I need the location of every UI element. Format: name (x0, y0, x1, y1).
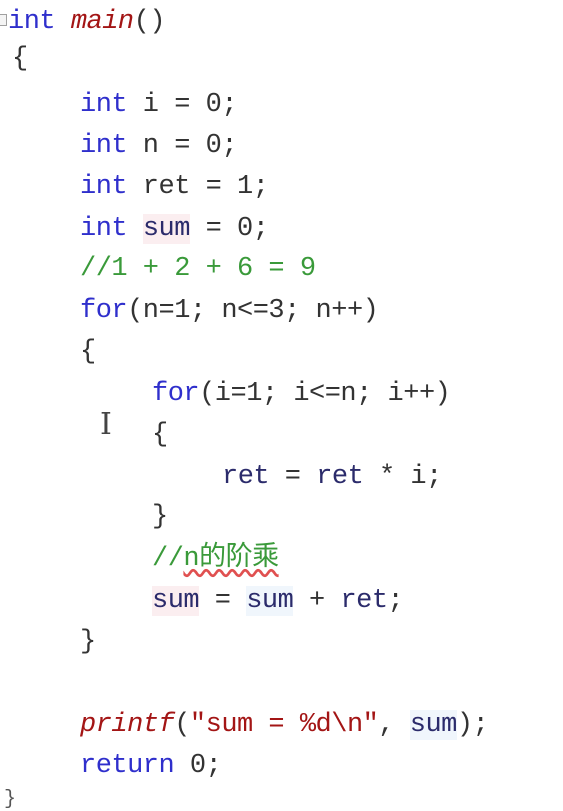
code-line[interactable]: { (80, 332, 96, 373)
code-token: "sum = %d\n" (189, 710, 379, 740)
code-token: int (80, 214, 128, 244)
code-token: return (80, 751, 175, 781)
code-token: for (152, 379, 200, 409)
closing-brace: } (4, 788, 17, 811)
code-token: (n=1; n<=3; n++) (127, 296, 379, 326)
code-token: ( (174, 710, 190, 740)
code-line[interactable]: int ret = 1; (80, 167, 269, 208)
code-token: sum (409, 710, 457, 740)
code-token: int (80, 131, 128, 161)
code-token: ; (387, 586, 404, 616)
code-token: + (293, 586, 341, 616)
code-line[interactable]: { (12, 39, 28, 80)
code-line[interactable]: int n = 0; (80, 126, 238, 167)
code-line[interactable]: return 0; (80, 746, 222, 787)
code-token: { (152, 420, 168, 450)
code-line[interactable]: sum = sum + ret; (152, 581, 404, 622)
code-line[interactable]: { (152, 415, 168, 456)
fold-collapse-icon[interactable] (0, 14, 7, 26)
code-token: = 0; (189, 214, 269, 244)
code-line[interactable]: printf("sum = %d\n", sum); (80, 705, 489, 746)
code-token: } (80, 627, 96, 657)
code-token: n的阶乘 (183, 544, 279, 574)
code-line[interactable]: int main() (8, 2, 166, 43)
code-line[interactable]: int sum = 0; (80, 209, 269, 250)
code-line[interactable]: for(n=1; n<=3; n++) (80, 291, 379, 332)
code-token: () (133, 7, 166, 37)
code-line[interactable]: ret = ret * i; (222, 457, 442, 498)
code-token: int (80, 172, 128, 202)
code-token: ret (340, 586, 388, 616)
code-token: = (199, 586, 247, 616)
code-token: // (152, 544, 184, 574)
code-token: sum (246, 586, 294, 616)
code-token: * i; (363, 462, 442, 492)
code-token: ret = 1; (127, 172, 269, 202)
code-editor[interactable]: int main(){int i = 0; int n = 0; int ret =… (0, 0, 563, 811)
code-line[interactable]: } (80, 622, 96, 663)
code-token: (i=1; i<=n; i++) (199, 379, 451, 409)
code-token: for (80, 296, 128, 326)
code-token: { (80, 337, 96, 367)
code-token: ret (316, 462, 364, 492)
code-token: = (269, 462, 317, 492)
text-cursor-icon: I (100, 407, 112, 442)
code-line[interactable]: //n的阶乘 (152, 539, 279, 580)
code-line[interactable]: for(i=1; i<=n; i++) (152, 374, 451, 415)
code-token: } (152, 502, 168, 532)
code-token: ret (222, 462, 270, 492)
code-token: { (12, 44, 28, 74)
code-token: n = 0; (127, 131, 238, 161)
code-token: int (8, 7, 56, 37)
code-line[interactable]: int i = 0; (80, 85, 238, 126)
code-token: i = 0; (127, 90, 238, 120)
code-token: printf (80, 710, 175, 740)
code-line[interactable]: } (152, 497, 168, 538)
code-token: ); (456, 710, 489, 740)
code-token: , (378, 710, 410, 740)
code-token: int (80, 90, 128, 120)
code-token: sum (152, 586, 200, 616)
code-token: 0; (174, 751, 222, 781)
code-token: main (70, 7, 134, 37)
code-token: //1 + 2 + 6 = 9 (80, 254, 316, 284)
code-line[interactable]: //1 + 2 + 6 = 9 (80, 249, 316, 290)
code-token: sum (142, 214, 190, 244)
